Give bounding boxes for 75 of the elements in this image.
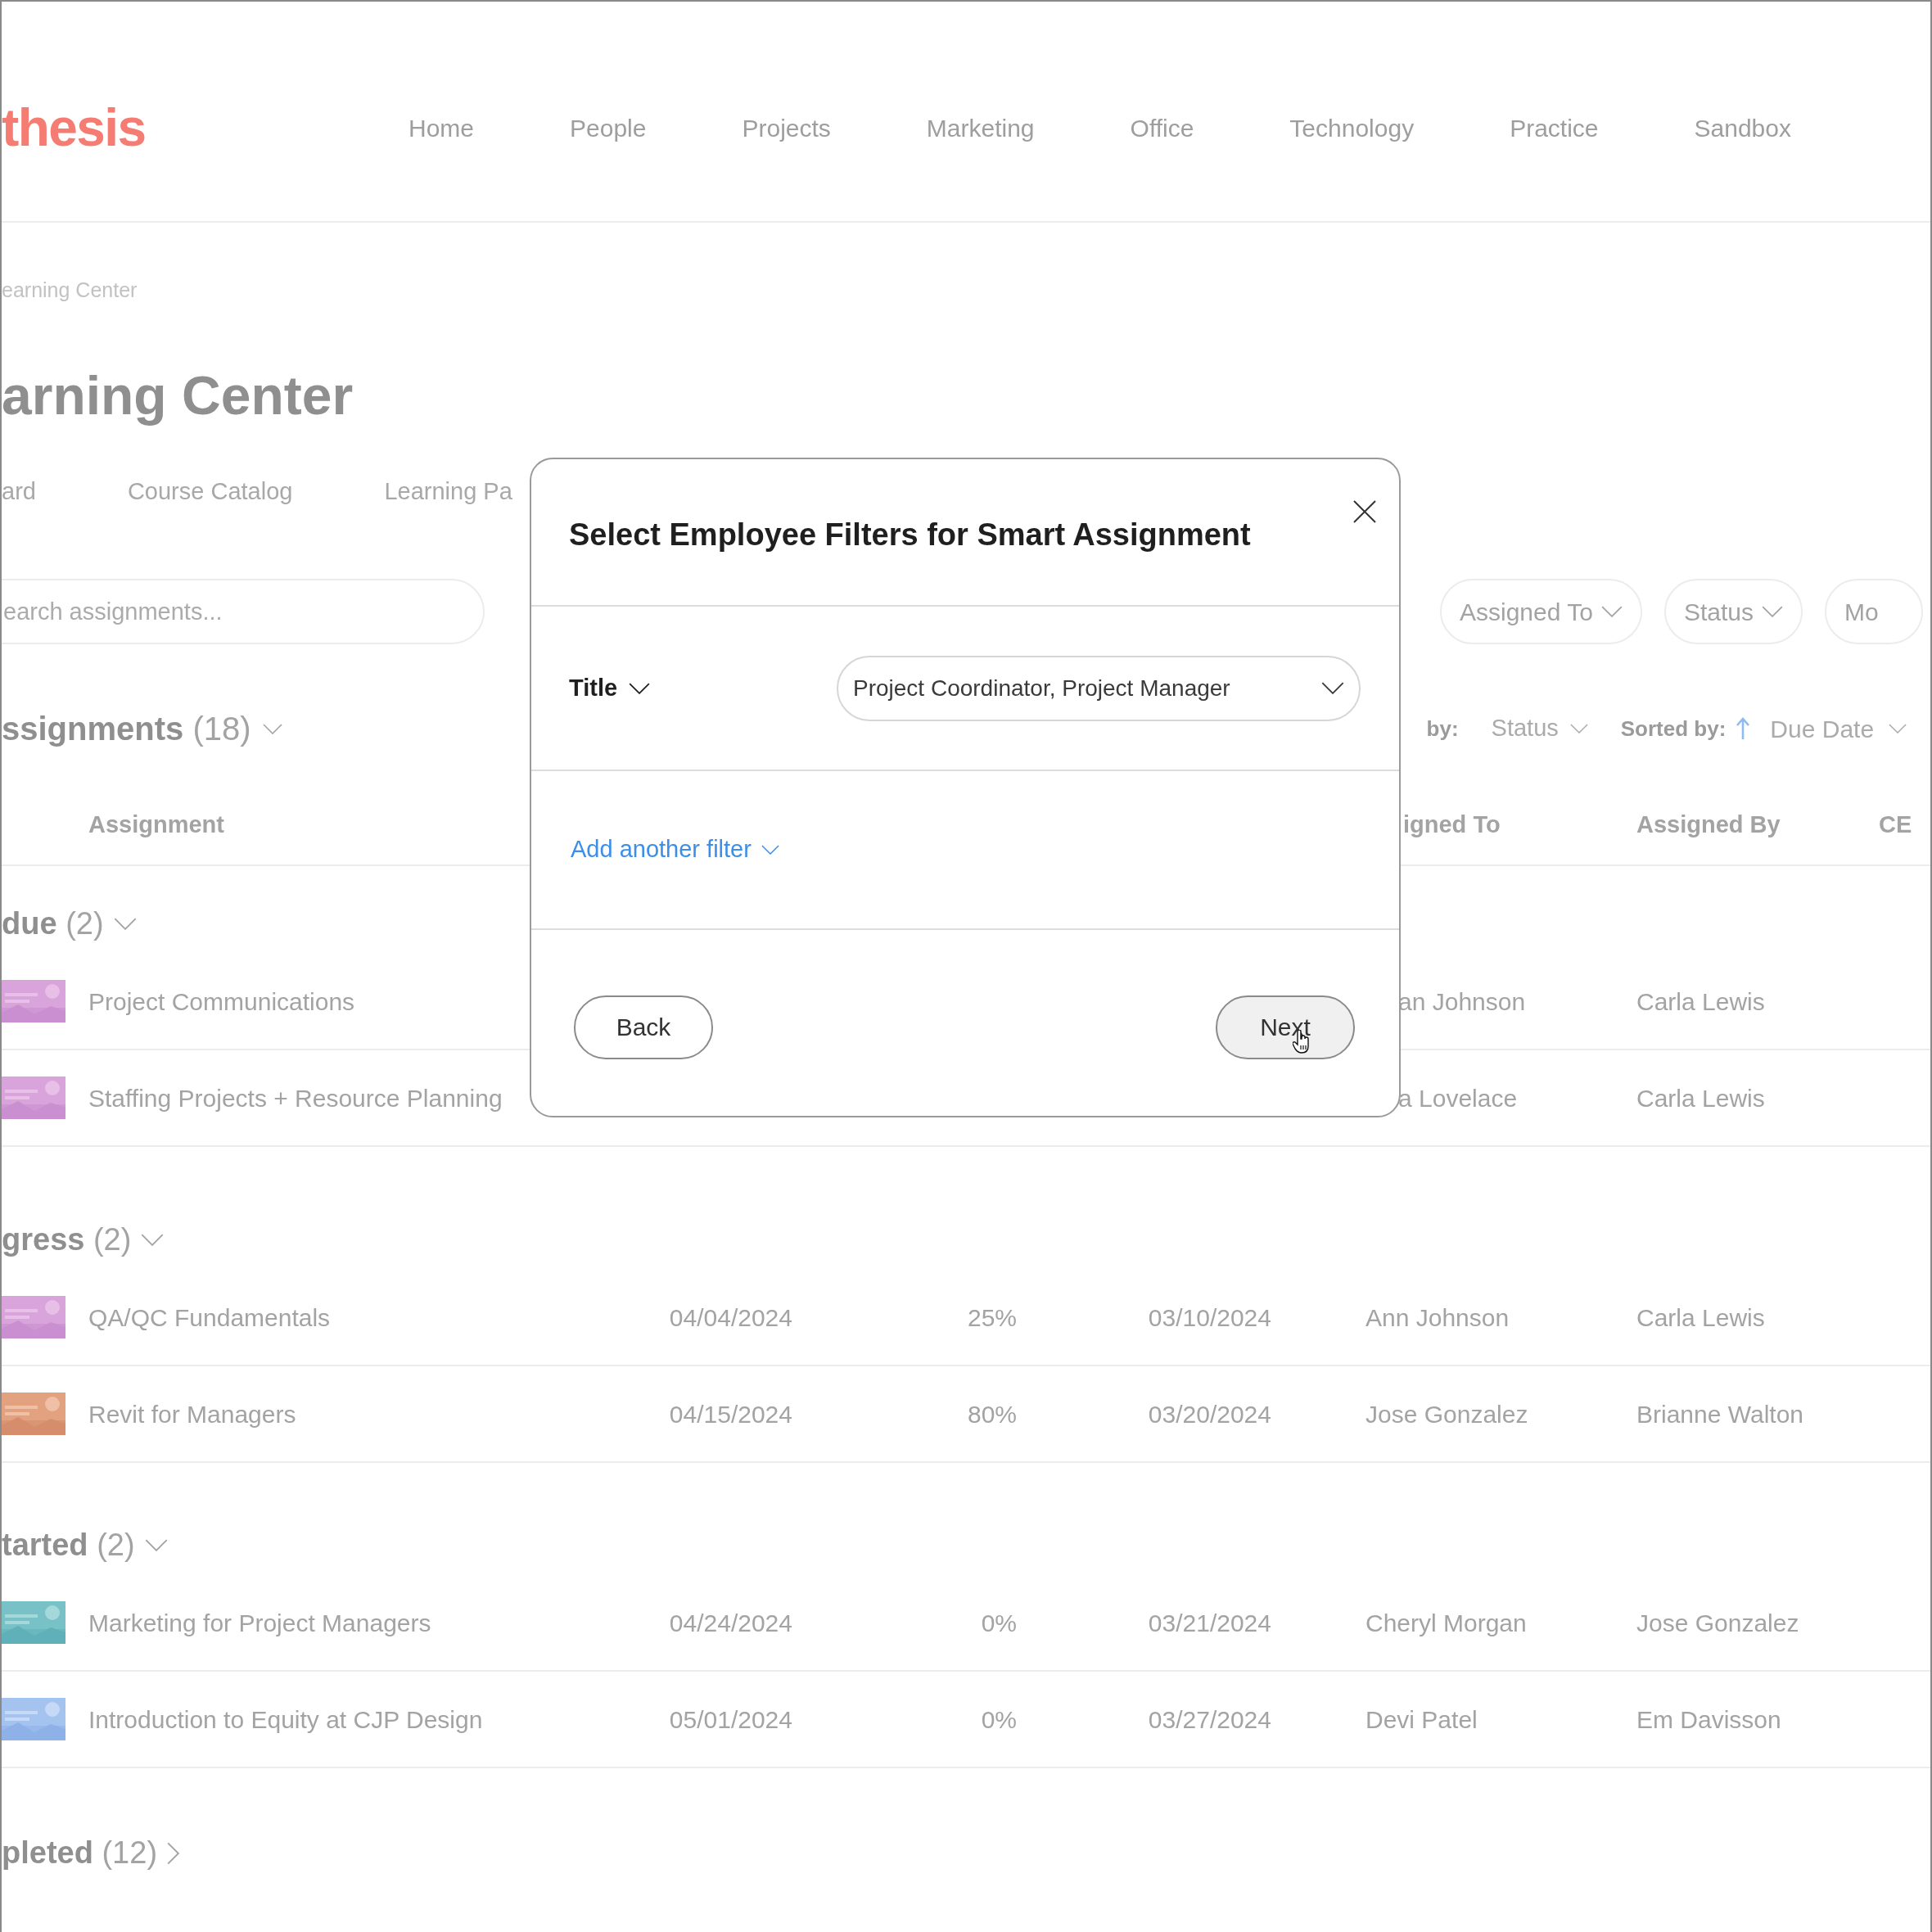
group-toggle[interactable]: pleted (12) xyxy=(2,1830,180,1876)
tab[interactable]: ard xyxy=(2,474,36,510)
due-date: 04/04/2024 xyxy=(669,1303,792,1331)
list-heading: ssignments (18) xyxy=(2,710,251,748)
assignment-link[interactable]: Marketing for Project Managers xyxy=(88,1604,612,1641)
nav-link[interactable]: Marketing xyxy=(926,109,1035,147)
group-toggle[interactable]: gress (2) xyxy=(2,1217,165,1263)
progress-percent: 0% xyxy=(981,1705,1017,1733)
filter-dropdown[interactable]: Mo xyxy=(1824,579,1923,644)
assigned-date: 03/27/2024 xyxy=(1148,1705,1271,1733)
assigned-date: 03/21/2024 xyxy=(1148,1609,1271,1636)
dialog-title: Select Employee Filters for Smart Assignment xyxy=(569,516,1251,553)
chevron-right-icon xyxy=(167,1841,180,1865)
assignment-link[interactable]: QA/QC Fundamentals xyxy=(88,1298,612,1336)
group-toggle[interactable]: tarted (2) xyxy=(2,1522,168,1569)
assigned-by: Carla Lewis xyxy=(1636,1083,1765,1113)
assigned-to: Ann Johnson xyxy=(1365,1303,1510,1331)
assigned-by: Brianne Walton xyxy=(1636,1399,1803,1429)
tab[interactable]: Learning Pa xyxy=(384,474,512,510)
assigned-by: Jose Gonzalez xyxy=(1636,1608,1799,1638)
progress-percent: 0% xyxy=(981,1609,1017,1636)
assigned-to: a Lovelace xyxy=(1398,1084,1518,1112)
chevron-down-icon xyxy=(141,1234,165,1246)
nav-link[interactable]: Sandbox xyxy=(1694,109,1791,147)
nav-link[interactable]: Office xyxy=(1130,109,1194,147)
sort-label: Sorted by: xyxy=(1620,715,1727,743)
chevron-down-icon xyxy=(761,845,779,855)
next-button[interactable]: Next xyxy=(1216,995,1355,1059)
tab[interactable]: Course Catalog xyxy=(127,474,293,510)
filter-field-dropdown[interactable]: Title xyxy=(569,670,837,706)
assignment-link[interactable]: Introduction to Equity at CJP Design xyxy=(88,1700,612,1738)
progress-percent: 25% xyxy=(967,1303,1017,1331)
nav-link[interactable]: Home xyxy=(409,109,475,147)
due-date: 04/24/2024 xyxy=(669,1609,792,1636)
assigned-date: 03/10/2024 xyxy=(1148,1303,1271,1331)
close-icon xyxy=(1353,500,1376,523)
assigned-to: Cheryl Morgan xyxy=(1365,1609,1527,1636)
column-header[interactable]: Assigned By xyxy=(1636,807,1879,843)
nav-link[interactable]: Projects xyxy=(742,109,831,147)
nav-link[interactable]: Technology xyxy=(1289,109,1415,147)
assigned-by: Carla Lewis xyxy=(1636,1302,1765,1333)
assigned-date: 03/20/2024 xyxy=(1148,1400,1271,1428)
add-filter-link[interactable]: Add another filter xyxy=(571,832,779,868)
chevron-down-icon xyxy=(113,918,137,930)
nav-link[interactable]: People xyxy=(570,109,647,147)
group-toggle[interactable]: due (2) xyxy=(2,901,137,947)
column-header[interactable]: CE xyxy=(1879,807,1912,843)
assigned-to: Devi Patel xyxy=(1365,1705,1478,1733)
chevron-down-icon xyxy=(1569,724,1588,734)
group-by-dropdown[interactable]: Status xyxy=(1491,711,1588,747)
breadcrumb-link[interactable]: earning Center xyxy=(2,275,138,306)
assigned-by: Em Davisson xyxy=(1636,1704,1781,1735)
filter-dropdown[interactable]: Status xyxy=(1663,579,1803,644)
chevron-down-icon xyxy=(1600,606,1623,617)
assigned-to: Jose Gonzalez xyxy=(1365,1400,1528,1428)
group-by-label: by: xyxy=(1426,715,1459,743)
logo[interactable]: thesis xyxy=(2,102,409,154)
filter-value-select[interactable]: Project Coordinator, Project Manager xyxy=(837,655,1361,721)
assignment-link[interactable]: Revit for Managers xyxy=(88,1395,612,1433)
search-field[interactable]: earch assignments... xyxy=(2,579,485,644)
chevron-down-icon xyxy=(1321,682,1344,694)
back-button[interactable]: Back xyxy=(574,995,713,1059)
chevron-down-icon xyxy=(262,723,282,734)
nav-link[interactable]: Practice xyxy=(1510,109,1599,147)
sort-dropdown[interactable]: Due Date xyxy=(1770,710,1907,747)
chevron-down-icon xyxy=(629,682,651,694)
close-button[interactable] xyxy=(1352,499,1378,525)
filter-dropdown[interactable]: Assigned To xyxy=(1440,579,1642,644)
due-date: 04/15/2024 xyxy=(669,1400,792,1428)
chevron-down-icon xyxy=(144,1539,168,1551)
assigned-by: Carla Lewis xyxy=(1636,986,1765,1017)
chevron-down-icon xyxy=(1889,724,1907,734)
due-date: 05/01/2024 xyxy=(669,1705,792,1733)
progress-percent: 80% xyxy=(967,1400,1017,1428)
chevron-down-icon xyxy=(1761,606,1783,617)
